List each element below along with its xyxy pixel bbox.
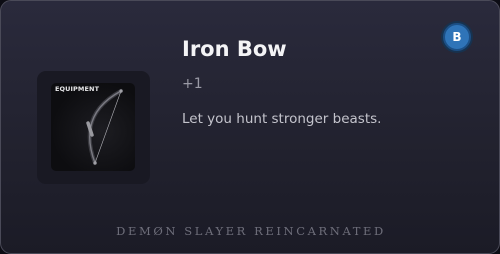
equipment-tag: EQUIPMENT (55, 85, 100, 93)
bow-icon (86, 89, 123, 165)
item-modifier: +1 (182, 76, 203, 92)
item-thumbnail-frame: EQUIPMENT (37, 71, 150, 184)
b-button-icon[interactable]: B (443, 23, 471, 51)
item-card: EQUIPMENT Iron Bow +1 Let you hunt stron… (0, 0, 500, 254)
item-name: Iron Bow (182, 37, 287, 61)
item-thumbnail: EQUIPMENT (51, 83, 135, 171)
game-title-watermark: DEMØN SLAYER REINCARNATED (116, 224, 386, 238)
item-description: Let you hunt stronger beasts. (182, 111, 382, 127)
